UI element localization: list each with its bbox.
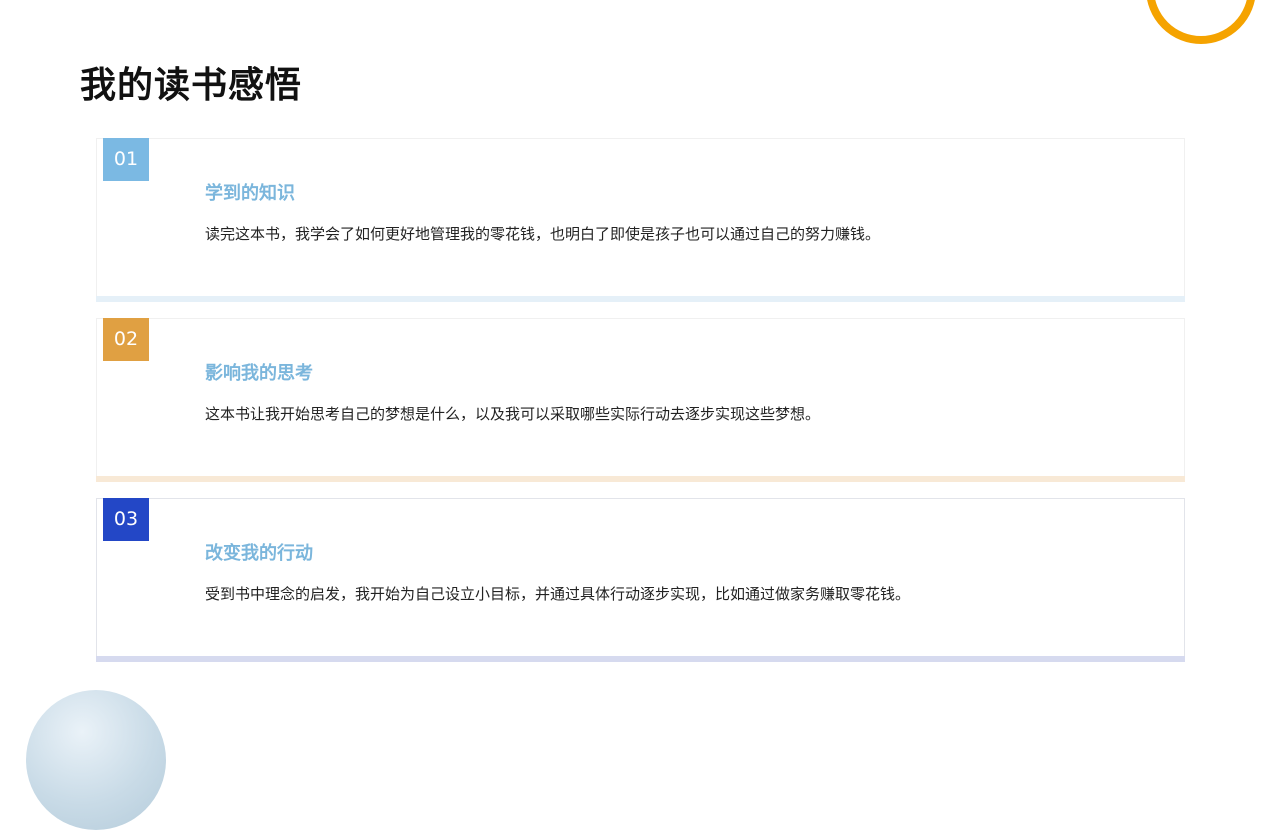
card-text: 读完这本书，我学会了如何更好地管理我的零花钱，也明白了即使是孩子也可以通过自己的… <box>205 225 881 243</box>
card-text: 这本书让我开始思考自己的梦想是什么，以及我可以采取哪些实际行动去逐步实现这些梦想… <box>205 405 821 423</box>
card-text: 受到书中理念的启发，我开始为自己设立小目标，并通过具体行动逐步实现，比如通过做家… <box>205 585 911 603</box>
card-learned-knowledge: 01 学到的知识 读完这本书，我学会了如何更好地管理我的零花钱，也明白了即使是孩… <box>96 138 1185 302</box>
card-title: 学到的知识 <box>205 183 295 204</box>
card-bottom-bar <box>96 476 1185 482</box>
card-title: 影响我的思考 <box>205 363 313 384</box>
page-title: 我的读书感悟 <box>80 65 303 106</box>
card-number-badge: 03 <box>103 498 149 541</box>
card-change-actions: 03 改变我的行动 受到书中理念的启发，我开始为自己设立小目标，并通过具体行动逐… <box>96 498 1185 662</box>
decorative-ring <box>1146 0 1256 44</box>
card-bottom-bar <box>96 656 1185 662</box>
card-number-badge: 01 <box>103 138 149 181</box>
card-title: 改变我的行动 <box>205 543 313 564</box>
card-bottom-bar <box>96 296 1185 302</box>
card-influence-thinking: 02 影响我的思考 这本书让我开始思考自己的梦想是什么，以及我可以采取哪些实际行… <box>96 318 1185 482</box>
decorative-sphere <box>26 690 166 830</box>
card-number-badge: 02 <box>103 318 149 361</box>
